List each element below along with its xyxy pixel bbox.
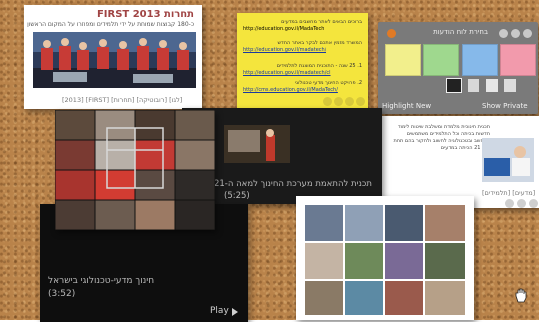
video-duration: (5:25) bbox=[224, 191, 250, 201]
first-competition-card[interactable]: תחרות FIRST 2013 כ-180 קבוצות שמוחת על י… bbox=[24, 5, 202, 109]
video-caption: חינוך מדעי-טכנולוגי בישראל bbox=[48, 276, 155, 286]
team-photo[interactable] bbox=[33, 32, 196, 88]
panel-title: בחירת לוח הודעות bbox=[433, 28, 488, 36]
card-tags[interactable]: [2013] [FIRST] [תחרות] [רובוטיקה] [לגו] bbox=[62, 96, 182, 104]
document-icon[interactable] bbox=[468, 79, 479, 92]
note-action-icon[interactable] bbox=[323, 97, 332, 106]
hand-cursor-icon bbox=[514, 287, 528, 303]
video-thumbnail[interactable] bbox=[224, 125, 290, 163]
color-swatch-pink[interactable] bbox=[500, 44, 536, 76]
orange-dot-icon[interactable] bbox=[511, 29, 520, 38]
color-swatch-yellow[interactable] bbox=[385, 44, 421, 76]
card-title: תחרות FIRST 2013 bbox=[96, 9, 194, 20]
note-link[interactable]: http://education.gov.il/madatech/ bbox=[243, 47, 326, 53]
note-link[interactable]: http://education.gov.il/madatech/cl bbox=[243, 70, 331, 76]
students-photo-collage[interactable] bbox=[296, 196, 474, 320]
note-action-icon[interactable] bbox=[356, 97, 365, 106]
orange-dot-icon[interactable] bbox=[499, 29, 508, 38]
play-icon[interactable] bbox=[232, 308, 238, 316]
lines-icon[interactable] bbox=[504, 79, 516, 92]
sticky-note-yellow[interactable]: ברוכים הבאים לאתר מחשבים במדעים http://e… bbox=[237, 13, 368, 109]
orange-dot-icon[interactable] bbox=[387, 29, 396, 38]
article-photo[interactable] bbox=[482, 138, 534, 182]
card-subtitle: כ-180 קבוצות שמוחת על ידי תלמידים ומפוזר… bbox=[27, 21, 194, 28]
note-link[interactable]: http://cms.education.gov.il/MadaTech/ bbox=[243, 87, 338, 93]
image-icon[interactable] bbox=[446, 78, 462, 93]
play-button[interactable]: Play bbox=[210, 306, 229, 316]
note-action-icon[interactable] bbox=[345, 97, 354, 106]
note-action-icon[interactable] bbox=[334, 97, 343, 106]
highlight-new-toggle[interactable]: Highlight New bbox=[382, 102, 431, 110]
note-link[interactable]: http://education.gov.il/MadaTech bbox=[243, 26, 324, 32]
color-swatch-green[interactable] bbox=[423, 44, 459, 76]
video-duration: (3:52) bbox=[48, 289, 76, 299]
color-swatch-blue[interactable] bbox=[462, 44, 498, 76]
note-line: 1. 25 שנה - התוכנית המוצגת לתלמידים bbox=[276, 63, 362, 69]
note-line: 2. פרויקט החינוך מדעי טכנולוגי bbox=[294, 80, 362, 86]
article-action-icon[interactable] bbox=[529, 199, 538, 208]
show-private-toggle[interactable]: Show Private bbox=[482, 102, 528, 110]
video-caption: תכנית להתאמת מערכת החינוך למאה ה-21 bbox=[213, 179, 372, 189]
close-icon[interactable] bbox=[523, 29, 532, 38]
page-icon[interactable] bbox=[486, 79, 498, 92]
article-action-icon[interactable] bbox=[505, 199, 514, 208]
article-text: תכנית חינוכית מלמדת ומשלבת שיטות לימוד ח… bbox=[393, 124, 490, 151]
article-tags[interactable]: [תלמידים] [מדעים] bbox=[482, 189, 535, 197]
board-settings-panel: בחירת לוח הודעות Highlight New Show Priv… bbox=[378, 22, 538, 114]
article-action-icon[interactable] bbox=[517, 199, 526, 208]
article-card[interactable]: תכנית חינוכית מלמדת ומשלבת שיטות לימוד ח… bbox=[372, 116, 539, 208]
note-line: המשרד מזמין אתכם לבקר באתר החדש bbox=[277, 40, 362, 46]
robot-photo-collage[interactable] bbox=[55, 110, 215, 230]
note-line: ברוכים הבאים לאתר מחשבים במדעים bbox=[281, 19, 362, 25]
